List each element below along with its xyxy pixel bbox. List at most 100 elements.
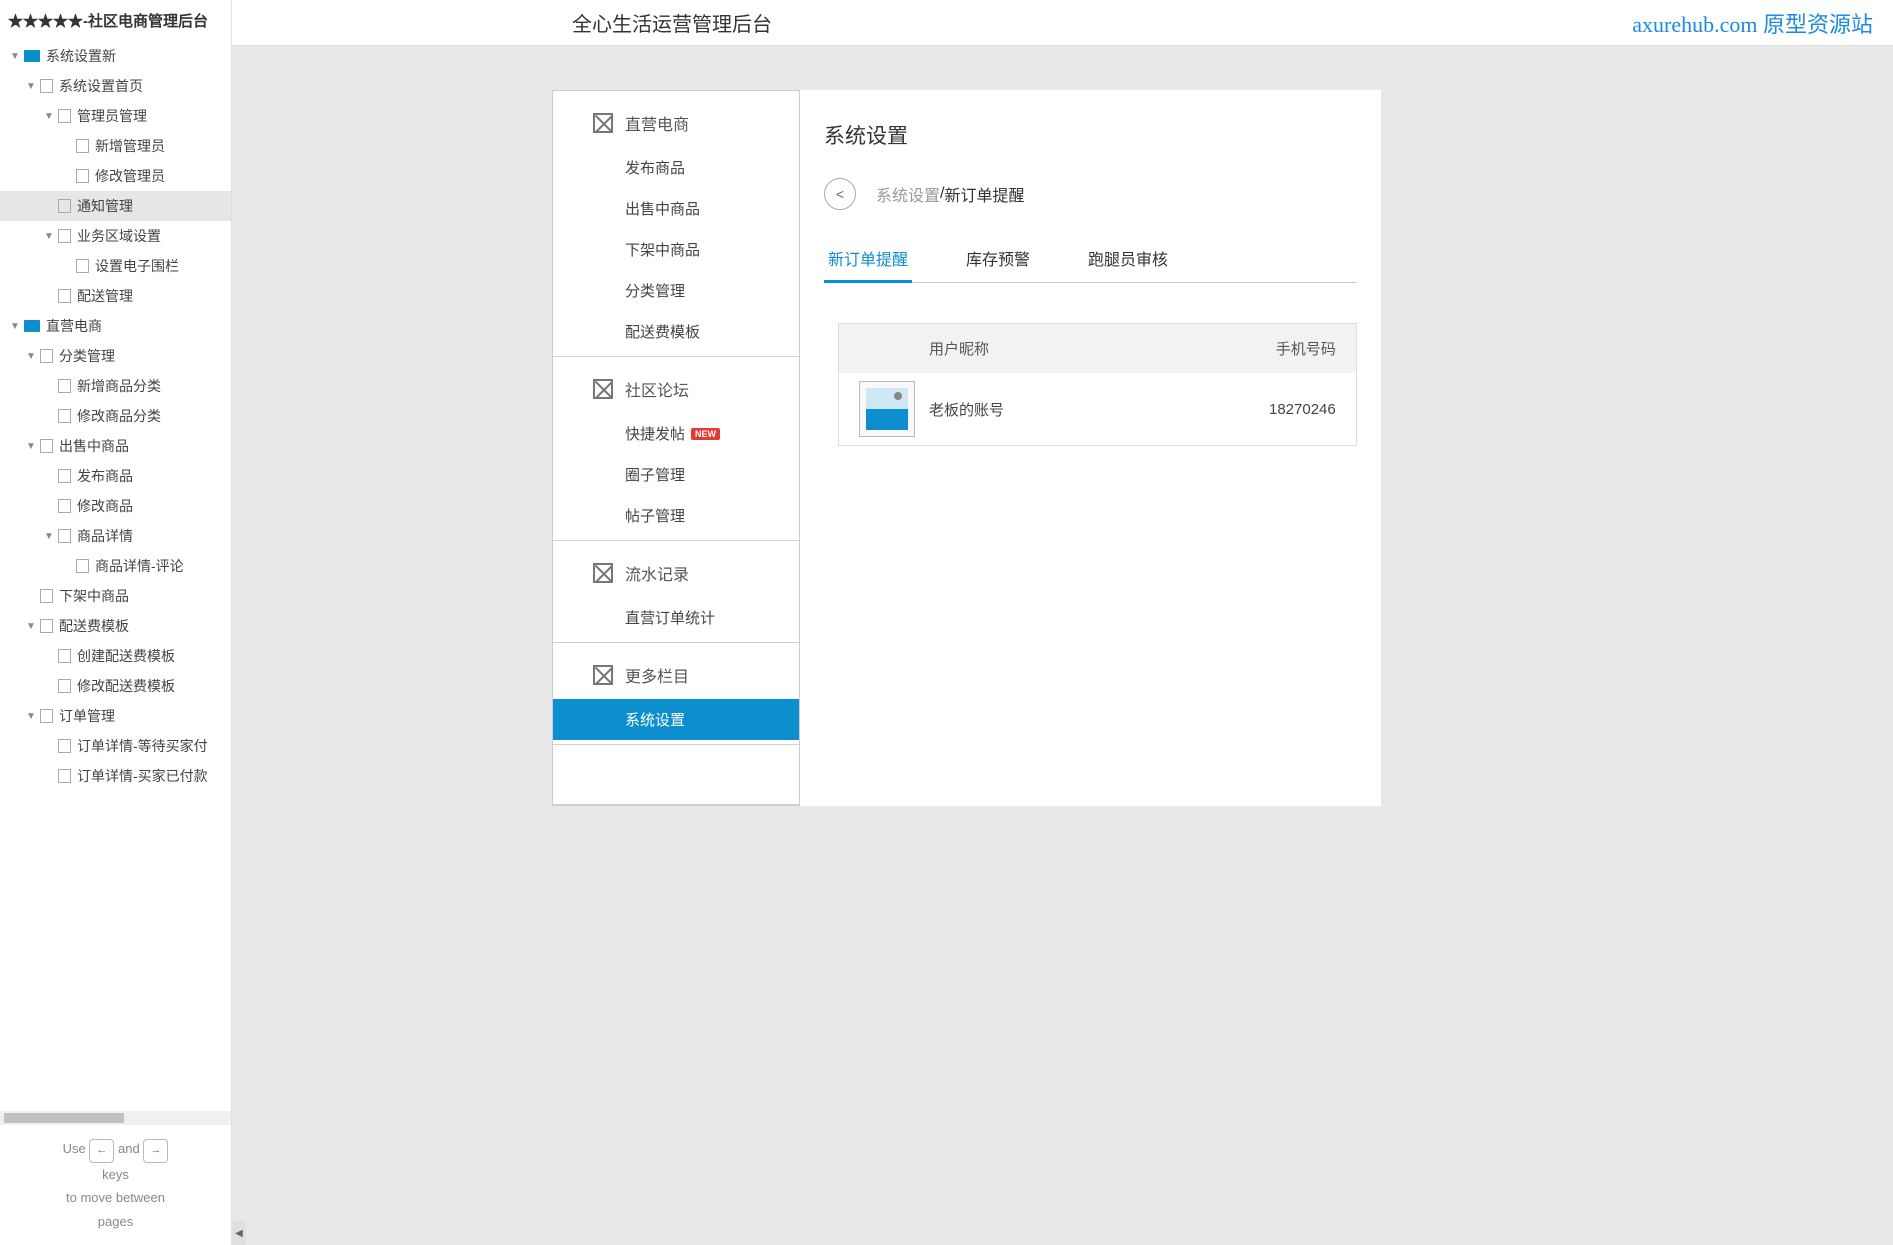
page-icon — [76, 139, 89, 153]
menu-section: 流水记录直营订单统计 — [553, 541, 799, 643]
menu-link[interactable]: 下架中商品 — [553, 229, 799, 270]
left-key-icon: ← — [89, 1139, 114, 1163]
menu-section-label: 更多栏目 — [625, 663, 689, 687]
menu-link[interactable]: 发布商品 — [553, 147, 799, 188]
caret-icon: ▼ — [26, 621, 38, 632]
placeholder-icon — [593, 563, 613, 583]
tree-item[interactable]: 新增管理员 — [0, 131, 231, 161]
tab[interactable]: 新订单提醒 — [824, 234, 912, 282]
tab[interactable]: 库存预警 — [962, 234, 1034, 282]
page-icon — [58, 109, 71, 123]
tree-item[interactable]: 订单详情-等待买家付 — [0, 731, 231, 761]
menu-link[interactable]: 快捷发帖NEW — [553, 413, 799, 454]
tree-item[interactable]: ▼ 商品详情 — [0, 521, 231, 551]
menu-link-label: 出售中商品 — [625, 198, 700, 219]
tree-item[interactable]: 修改配送费模板 — [0, 671, 231, 701]
page-icon — [40, 589, 53, 603]
tree-item[interactable]: 设置电子围栏 — [0, 251, 231, 281]
main-area: 全心生活运营管理后台 axurehub.com 原型资源站 直营电商发布商品出售… — [232, 0, 1893, 1245]
tree-item-label: 商品详情 — [77, 526, 133, 546]
collapse-sidebar-button[interactable]: ◀ — [232, 1221, 246, 1245]
caret-icon: ▼ — [26, 441, 38, 452]
col-phone: 手机号码 — [1269, 338, 1336, 359]
page-icon — [58, 529, 71, 543]
menu-link[interactable]: 分类管理 — [553, 270, 799, 311]
menu-link[interactable]: 圈子管理 — [553, 454, 799, 495]
menu-link[interactable]: 出售中商品 — [553, 188, 799, 229]
breadcrumb-root[interactable]: 系统设置 — [876, 182, 940, 206]
menu-link[interactable]: 帖子管理 — [553, 495, 799, 536]
page-icon — [40, 349, 53, 363]
table-row[interactable]: 老板的账号18270246 — [839, 373, 1356, 445]
tree-item-label: 发布商品 — [77, 466, 133, 486]
tree-item[interactable]: 修改商品 — [0, 491, 231, 521]
cell-nickname: 老板的账号 — [929, 399, 1269, 420]
tree-item-label: 订单管理 — [59, 706, 115, 726]
notification-table: 用户昵称 手机号码 老板的账号18270246 — [838, 323, 1357, 446]
breadcrumb: < 系统设置 / 新订单提醒 — [824, 178, 1357, 210]
menu-link[interactable]: 系统设置 — [553, 699, 799, 740]
tree-item[interactable]: ▼ 系统设置新 — [0, 41, 231, 71]
tree-item[interactable]: 发布商品 — [0, 461, 231, 491]
page-icon — [58, 769, 71, 783]
tab[interactable]: 跑腿员审核 — [1084, 234, 1172, 282]
tree-item-label: 下架中商品 — [59, 586, 129, 606]
horizontal-scrollbar[interactable] — [0, 1111, 231, 1125]
tree-item[interactable]: ▼出售中商品 — [0, 431, 231, 461]
tree-item-label: 商品详情-评论 — [95, 556, 184, 576]
tree-item[interactable]: 修改商品分类 — [0, 401, 231, 431]
menu-link[interactable]: 配送费模板 — [553, 311, 799, 352]
page-icon — [76, 169, 89, 183]
tree-item[interactable]: ▼分类管理 — [0, 341, 231, 371]
folder-icon — [24, 320, 40, 332]
tree-item-label: 管理员管理 — [77, 106, 147, 126]
tree-item[interactable]: ▼ 管理员管理 — [0, 101, 231, 131]
tree-item-label: 设置电子围栏 — [95, 256, 179, 276]
new-badge: NEW — [691, 428, 720, 440]
menu-link-label: 帖子管理 — [625, 505, 685, 526]
tree-item-label: 修改商品分类 — [77, 406, 161, 426]
tree-item-label: 修改管理员 — [95, 166, 165, 186]
page-icon — [58, 469, 71, 483]
menu-link[interactable]: 直营订单统计 — [553, 597, 799, 638]
menu-section-head: 社区论坛 — [553, 357, 799, 413]
caret-icon: ▼ — [10, 51, 22, 62]
page-icon — [76, 559, 89, 573]
tree-item[interactable]: 商品详情-评论 — [0, 551, 231, 581]
cell-phone: 18270246 — [1269, 401, 1336, 418]
image-icon — [866, 388, 908, 430]
tree-item[interactable]: ▼业务区域设置 — [0, 221, 231, 251]
page-icon — [58, 739, 71, 753]
menu-section-label: 直营电商 — [625, 111, 689, 135]
folder-icon — [24, 50, 40, 62]
tree-item[interactable]: ▼直营电商 — [0, 311, 231, 341]
tree-item[interactable]: 配送管理 — [0, 281, 231, 311]
caret-icon: ▼ — [44, 111, 56, 122]
page-icon — [58, 229, 71, 243]
caret-icon: ▼ — [44, 531, 56, 542]
menu-link-label: 分类管理 — [625, 280, 685, 301]
tree-item[interactable]: 新增商品分类 — [0, 371, 231, 401]
menu-link-label: 配送费模板 — [625, 321, 700, 342]
tree-item[interactable]: ▼订单管理 — [0, 701, 231, 731]
caret-icon: ▼ — [26, 81, 38, 92]
tree-item[interactable]: ▼系统设置首页 — [0, 71, 231, 101]
page-icon — [40, 79, 53, 93]
tree-item[interactable]: 修改管理员 — [0, 161, 231, 191]
tree-item-label: 系统设置新 — [46, 46, 116, 66]
page-icon — [58, 199, 71, 213]
menu-section-label: 社区论坛 — [625, 377, 689, 401]
avatar — [859, 381, 915, 437]
tree-item-label: 订单详情-买家已付款 — [77, 766, 208, 786]
tree-item[interactable]: 通知管理 — [0, 191, 231, 221]
tree-item[interactable]: 订单详情-买家已付款 — [0, 761, 231, 791]
menu-section-label: 流水记录 — [625, 561, 689, 585]
content-title: 系统设置 — [824, 120, 1357, 150]
back-button[interactable]: < — [824, 178, 856, 210]
tree-item[interactable]: ▼配送费模板 — [0, 611, 231, 641]
tree-item-label: 订单详情-等待买家付 — [77, 736, 208, 756]
page-icon — [58, 289, 71, 303]
left-sidebar: ★★★★★-社区电商管理后台 ▼系统设置新▼系统设置首页▼管理员管理新增管理员修… — [0, 0, 232, 1245]
tree-item[interactable]: 创建配送费模板 — [0, 641, 231, 671]
tree-item[interactable]: 下架中商品 — [0, 581, 231, 611]
